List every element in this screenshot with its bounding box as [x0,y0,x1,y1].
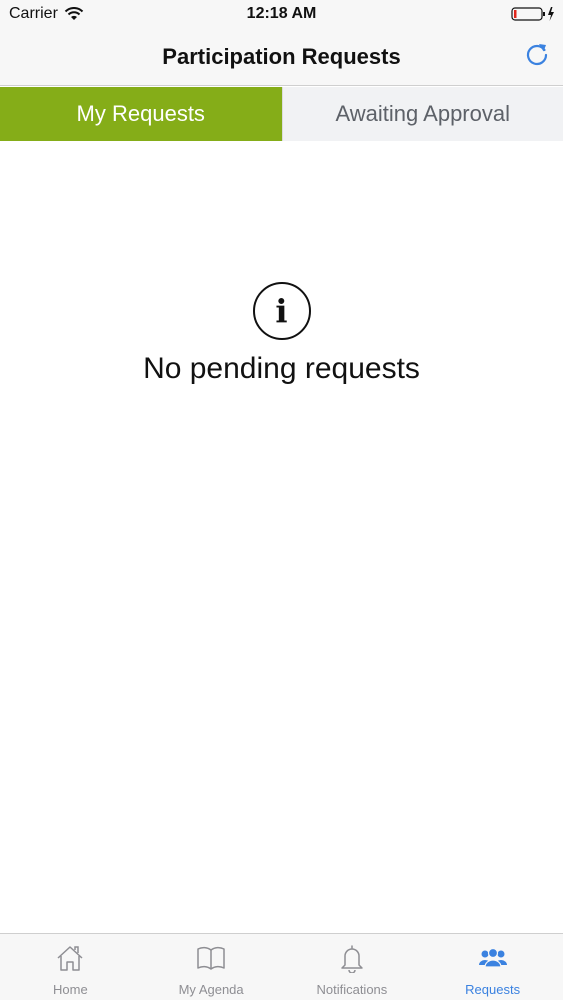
empty-state: i No pending requests [0,282,563,386]
book-icon [195,942,227,974]
tab-my-requests[interactable]: My Requests [0,87,282,141]
screen: Carrier 12:18 AM Participation Requests [0,0,563,1000]
tab-bar-label: Requests [465,982,521,997]
navigation-bar: Participation Requests [0,30,563,86]
tab-awaiting-approval[interactable]: Awaiting Approval [281,87,563,141]
status-time: 12:18 AM [246,5,317,22]
tab-label: Awaiting Approval [335,101,511,126]
segmented-tabs: My Requests Awaiting Approval [0,87,563,141]
tab-bar-label: Home [53,982,88,997]
tab-bar-item-home[interactable]: Home [0,934,141,1000]
battery-icon [511,6,555,22]
tab-bar-item-requests[interactable]: Requests [422,934,563,1000]
users-icon [477,942,509,974]
tab-label: My Requests [76,101,205,126]
bell-icon [336,942,368,974]
tab-bar-item-my-agenda[interactable]: My Agenda [141,934,282,1000]
page-title: Participation Requests [162,44,401,69]
info-icon: i [252,282,311,340]
empty-state-message: No pending requests [143,352,420,385]
tab-bar-label: My Agenda [178,982,244,997]
home-icon [54,942,86,974]
refresh-icon [526,44,548,66]
refresh-button[interactable] [523,40,551,68]
status-bar: Carrier 12:18 AM [0,0,563,30]
tab-bar-item-notifications[interactable]: Notifications [282,934,423,1000]
tab-bar-label: Notifications [316,982,388,997]
bottom-tab-bar: Home My Agenda Notifications Requests [0,933,563,1000]
